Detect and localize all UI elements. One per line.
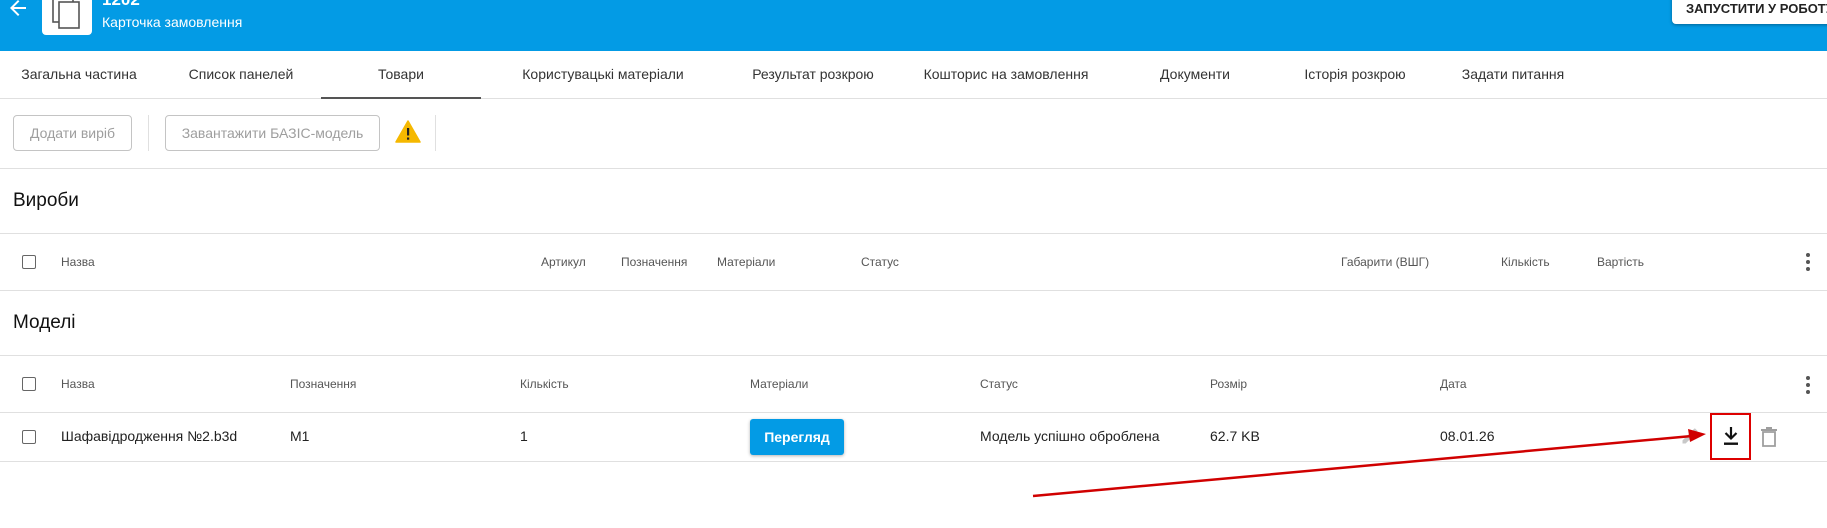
tab-panel-list[interactable]: Список панелей [163,51,319,99]
tab-documents[interactable]: Документи [1140,51,1250,99]
models-kebab-menu-icon[interactable] [1806,376,1810,397]
tab-goods[interactable]: Товари [321,51,481,99]
products-section-title: Вироби [13,190,79,211]
load-basis-model-button[interactable]: Завантажити БАЗІС-модель [165,115,380,151]
model-size: 62.7 KB [1210,428,1260,444]
delete-icon[interactable] [1759,426,1779,453]
col-name: Назва [61,255,95,269]
col-date: Дата [1440,377,1467,391]
model-status: Модель успішно оброблена [980,428,1160,444]
col-size: Розмір [1210,377,1248,391]
models-section-title: Моделі [13,312,76,333]
divider [0,290,1827,291]
model-designation: М1 [290,428,310,444]
divider [0,355,1827,356]
col-status: Статус [861,255,899,269]
col-designation: Позначення [621,255,688,269]
view-materials-button[interactable]: Перегляд [750,419,844,455]
app-header: 1202 Карточка замовлення ЗАПУСТИТИ У РОБ… [0,0,1827,51]
divider [0,412,1827,413]
tab-ask-question[interactable]: Задати питання [1452,51,1574,99]
col-materials: Матеріали [750,377,809,391]
tab-order-estimate[interactable]: Кошторис на замовлення [900,51,1112,99]
divider [0,461,1827,462]
col-status: Статус [980,377,1018,391]
add-item-button[interactable]: Додати виріб [13,115,132,151]
tab-general[interactable]: Загальна частина [0,51,158,99]
tab-cutting-history[interactable]: Історія розкрою [1290,51,1420,99]
toolbar: Додати виріб Завантажити БАЗІС-модель [0,99,1827,169]
toolbar-divider [435,115,436,151]
col-quantity: Кількість [520,377,569,391]
back-arrow-icon[interactable] [6,0,30,20]
col-name: Назва [61,377,95,391]
order-document-icon [42,0,92,35]
row-checkbox[interactable] [22,430,36,444]
start-work-button[interactable]: ЗАПУСТИТИ У РОБОТУ [1672,0,1827,24]
model-date: 08.01.26 [1440,428,1495,444]
products-kebab-menu-icon[interactable] [1806,253,1810,274]
model-name: Шафавідродження №2.b3d [61,428,238,444]
page-subtitle: Карточка замовлення [102,14,243,30]
toolbar-divider [148,115,149,151]
products-select-all-checkbox[interactable] [22,255,36,269]
col-designation: Позначення [290,377,357,391]
order-number: 1202 [102,0,140,10]
col-dimensions: Габарити (ВШГ) [1341,255,1430,269]
col-cost: Вартість [1597,255,1644,269]
download-icon[interactable] [1710,413,1751,460]
col-materials: Матеріали [717,255,776,269]
divider [0,233,1827,234]
col-quantity: Кількість [1501,255,1550,269]
edit-icon[interactable] [1680,426,1700,451]
col-article: Артикул [541,255,586,269]
tab-user-materials[interactable]: Користувацькі матеріали [490,51,716,99]
tab-bar: Загальна частина Список панелей Товари К… [0,51,1827,99]
tab-cutting-result[interactable]: Результат розкрою [735,51,891,99]
model-quantity: 1 [520,428,528,444]
warning-icon[interactable] [395,120,421,148]
models-select-all-checkbox[interactable] [22,377,36,391]
